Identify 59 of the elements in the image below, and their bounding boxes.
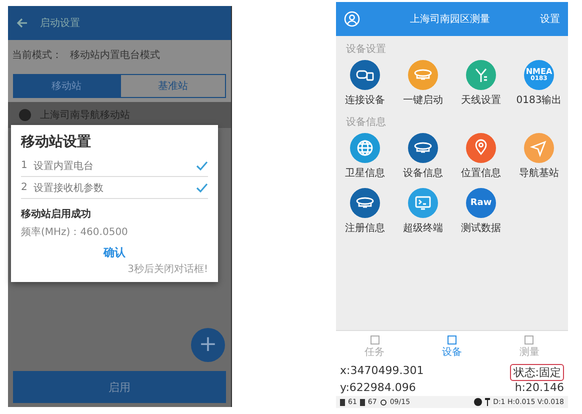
feature-label[interactable]: 卫星信息 <box>345 166 385 180</box>
mode-label: 当前模式： <box>12 48 62 62</box>
height-value: h:20.146 <box>514 381 564 394</box>
add-button[interactable]: + <box>191 328 225 362</box>
back-arrow-icon[interactable] <box>16 17 28 29</box>
step-label: 设置接收机参数 <box>33 182 104 194</box>
feature-icon[interactable] <box>408 188 438 218</box>
feature-label[interactable]: 0183输出 <box>516 93 562 107</box>
confirm-button[interactable]: 确认 <box>98 243 132 262</box>
nav-tab[interactable]: 任务 <box>336 331 414 362</box>
step-number: 1 <box>21 160 28 171</box>
project-title: 上海司南园区测量 <box>410 12 490 26</box>
y-coordinate: y:622984.096 <box>340 381 417 394</box>
feature-label[interactable]: 设备信息 <box>403 166 443 180</box>
dialog-title: 移动站设置 <box>21 133 92 151</box>
globe-icon <box>355 138 375 158</box>
antenna-icon <box>485 398 490 406</box>
document-icon <box>524 334 534 344</box>
mode-value: 移动站内置电台模式 <box>70 48 160 62</box>
step-label: 设置内置电台 <box>33 160 94 172</box>
battery-icon <box>340 398 345 406</box>
feature-icon[interactable] <box>350 133 380 163</box>
navigation-arrow-icon <box>529 138 549 158</box>
section-title: 设备信息 <box>345 116 387 129</box>
feature-label[interactable]: 一键启动 <box>403 93 443 107</box>
enable-button[interactable]: 启用 <box>13 371 226 403</box>
station-icon <box>18 108 32 122</box>
x-coordinate: x:3470499.301 <box>340 364 425 379</box>
feature-icon[interactable] <box>350 60 380 90</box>
feature-label[interactable]: 超级终端 <box>403 221 443 235</box>
feature-icon[interactable] <box>408 133 438 163</box>
feature-icon[interactable] <box>466 60 496 90</box>
station-tab[interactable]: 基准站 <box>120 74 226 98</box>
countdown-text: 3秒后关闭对话框! <box>128 262 208 276</box>
screen-title: 启动设置 <box>40 16 80 30</box>
station-tab[interactable]: 移动站 <box>13 74 120 98</box>
feature-label[interactable]: 导航基站 <box>519 166 559 180</box>
nav-tab[interactable]: 测量 <box>490 331 568 362</box>
fix-status: 状态:固定 <box>510 364 564 381</box>
feature-label[interactable]: 位置信息 <box>461 166 501 180</box>
section-title: 设备设置 <box>345 42 387 56</box>
feature-label[interactable]: 天线设置 <box>461 93 501 107</box>
nav-tab[interactable]: 设备 <box>413 331 491 362</box>
document-icon <box>370 334 380 344</box>
battery-icon <box>360 398 365 406</box>
feature-icon[interactable] <box>350 188 380 218</box>
dot-icon <box>474 398 482 406</box>
feature-icon[interactable] <box>466 133 496 163</box>
feature-label[interactable]: 注册信息 <box>345 221 385 235</box>
feature-icon[interactable]: Raw <box>466 188 496 218</box>
feature-label[interactable]: 测试数据 <box>461 221 501 235</box>
document-icon <box>446 334 457 344</box>
satellite-icon <box>380 398 387 406</box>
feature-label[interactable]: 连接设备 <box>345 93 385 107</box>
user-icon[interactable] <box>344 11 360 27</box>
frequency-text: 频率(MHz)：460.0500 <box>21 226 129 239</box>
settings-link[interactable]: 设置 <box>540 12 560 26</box>
success-message: 移动站启用成功 <box>21 207 92 221</box>
step-number: 2 <box>21 182 28 193</box>
